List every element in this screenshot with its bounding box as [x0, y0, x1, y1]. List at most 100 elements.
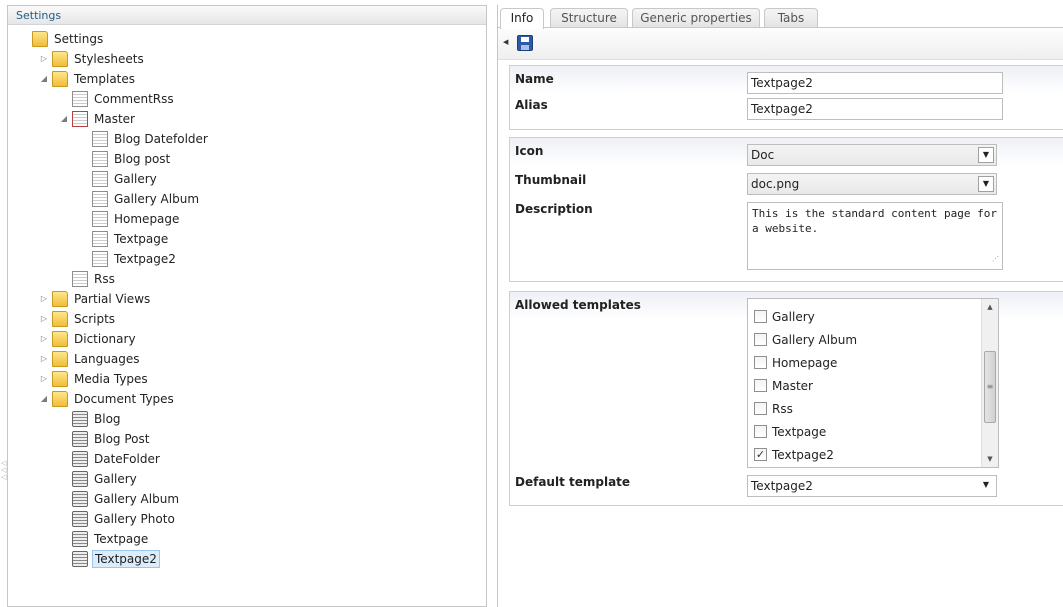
collapse-arrow-icon[interactable]: ◢: [40, 395, 48, 403]
checkbox[interactable]: [754, 310, 767, 323]
tree-node-label[interactable]: Gallery: [92, 469, 139, 489]
document-type-icon: [72, 491, 88, 507]
tree-node-label[interactable]: Stylesheets: [72, 49, 146, 69]
templates-section: Allowed templates ▲ ≡ ▼ Gallery Gallery A…: [509, 291, 1063, 506]
collapse-arrow-icon[interactable]: ◢: [60, 115, 68, 123]
document-type-icon: [72, 531, 88, 547]
expand-arrow-icon[interactable]: ▷: [40, 375, 48, 383]
folder-icon: [32, 31, 48, 47]
document-type-icon: [72, 431, 88, 447]
tree-node-label[interactable]: Languages: [72, 349, 141, 369]
checkbox[interactable]: [754, 402, 767, 415]
expand-arrow-icon[interactable]: ▷: [40, 295, 48, 303]
tree-node-label[interactable]: Scripts: [72, 309, 117, 329]
scroll-down-icon[interactable]: ▼: [982, 451, 998, 467]
tree-node-label[interactable]: Media Types: [72, 369, 150, 389]
alias-label: Alias: [515, 98, 548, 112]
allowed-template-label: Homepage: [772, 356, 838, 370]
tree-node-label[interactable]: Blog post: [112, 149, 172, 169]
folder-icon: [52, 311, 68, 327]
tree-node-label[interactable]: Gallery Photo: [92, 509, 177, 529]
tree-node-label[interactable]: Blog Post: [92, 429, 151, 449]
allowed-template-label: Textpage: [772, 425, 827, 439]
tree-node-label[interactable]: Dictionary: [72, 329, 138, 349]
name-label: Name: [515, 72, 554, 86]
description-textarea[interactable]: This is the standard content page for a …: [747, 202, 1003, 270]
chevron-down-icon[interactable]: ▼: [978, 176, 994, 192]
checkbox[interactable]: [754, 356, 767, 369]
tree-node-label[interactable]: Partial Views: [72, 289, 152, 309]
tree-node-label[interactable]: Textpage: [92, 529, 150, 549]
document-type-icon: [72, 451, 88, 467]
settings-tree-panel: Settings Settings ▷ Stylesheets ◢ Templates C…: [7, 5, 487, 607]
description-text: This is the standard content page for a …: [752, 207, 998, 235]
tree-node-label[interactable]: Master: [92, 109, 137, 129]
expand-arrow-icon[interactable]: ▷: [40, 55, 48, 63]
chevron-down-icon[interactable]: ▼: [978, 147, 994, 163]
tree-node-label[interactable]: Textpage2: [112, 249, 178, 269]
checkbox[interactable]: [754, 425, 767, 438]
folder-icon: [52, 331, 68, 347]
tree-node-label[interactable]: Templates: [72, 69, 137, 89]
checkbox[interactable]: [754, 379, 767, 392]
tree-node-label[interactable]: Gallery Album: [92, 489, 181, 509]
tree-node-label[interactable]: Gallery: [112, 169, 159, 189]
alias-field[interactable]: Textpage2: [747, 98, 1003, 120]
allowed-templates-list[interactable]: ▲ ≡ ▼ Gallery Gallery Album Homepage Master…: [747, 298, 999, 468]
tree-node-label[interactable]: Homepage: [112, 209, 181, 229]
panel-splitter-handle[interactable]: ◁ ◁ ◁: [1, 460, 6, 481]
expand-arrow-icon[interactable]: ▷: [40, 315, 48, 323]
allowed-templates-scrollbar[interactable]: ▲ ≡ ▼: [981, 299, 998, 467]
save-icon[interactable]: [517, 35, 533, 51]
tree-node-label[interactable]: Textpage: [112, 229, 170, 249]
tree-node-label[interactable]: Document Types: [72, 389, 176, 409]
tree-node-label[interactable]: Gallery Album: [112, 189, 201, 209]
scroll-up-icon[interactable]: ▲: [982, 299, 998, 315]
folder-icon: [52, 291, 68, 307]
tree-node-label[interactable]: Blog: [92, 409, 123, 429]
tree-node-label[interactable]: Rss: [92, 269, 117, 289]
tab-generic-properties[interactable]: Generic properties: [632, 8, 760, 28]
document-type-icon: [72, 511, 88, 527]
toolbar-collapse-arrow-icon[interactable]: ◀: [503, 38, 508, 46]
tab-tabs[interactable]: Tabs: [764, 8, 818, 28]
icon-label: Icon: [515, 144, 544, 158]
tree-node-label[interactable]: Blog Datefolder: [112, 129, 210, 149]
tree-node-label[interactable]: Settings: [52, 29, 105, 49]
document-type-icon: [72, 411, 88, 427]
folder-icon: [52, 371, 68, 387]
tab-structure[interactable]: Structure: [550, 8, 628, 28]
default-template-select[interactable]: Textpage2 ▼: [747, 475, 997, 497]
thumbnail-select[interactable]: doc.png ▼: [747, 173, 997, 195]
expand-arrow-icon[interactable]: ▷: [40, 335, 48, 343]
template-icon: [72, 91, 88, 107]
chevron-down-icon[interactable]: ▼: [978, 478, 994, 494]
tree-node-label[interactable]: DateFolder: [92, 449, 162, 469]
icon-select[interactable]: Doc ▼: [747, 144, 997, 166]
resize-grip-icon[interactable]: ⋰: [992, 252, 999, 267]
checkbox-checked[interactable]: ✓: [754, 448, 767, 461]
editor-panel: Info Structure Generic properties Tabs ◀…: [497, 5, 1063, 607]
collapse-arrow-icon[interactable]: ◢: [40, 75, 48, 83]
document-type-icon: [72, 551, 88, 567]
expand-arrow-icon[interactable]: ▷: [40, 355, 48, 363]
scroll-thumb[interactable]: ≡: [984, 351, 996, 423]
thumbnail-select-value: doc.png: [751, 177, 800, 191]
tab-info[interactable]: Info: [500, 8, 544, 29]
template-icon: [92, 191, 108, 207]
folder-icon: [52, 351, 68, 367]
template-icon: [92, 171, 108, 187]
tree-node-label[interactable]: Textpage2: [92, 550, 160, 568]
template-icon: [92, 151, 108, 167]
name-field[interactable]: Textpage2: [747, 72, 1003, 94]
tree-node-label[interactable]: CommentRss: [92, 89, 176, 109]
checkbox[interactable]: [754, 333, 767, 346]
folder-icon: [52, 51, 68, 67]
